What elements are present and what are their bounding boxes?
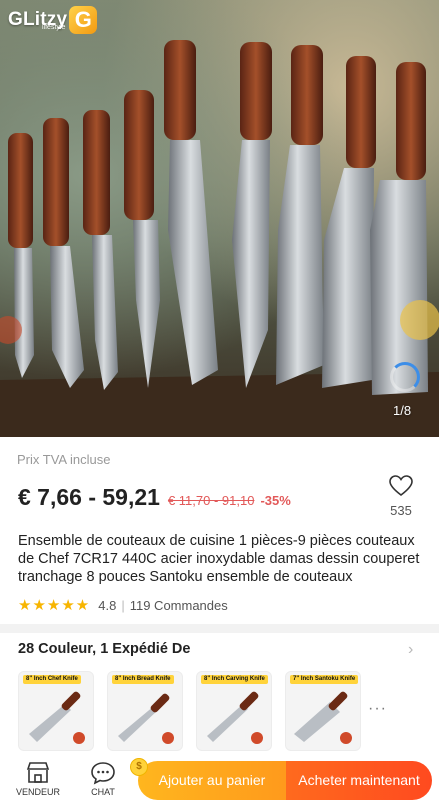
- orders-count: 119 Commandes: [129, 597, 228, 613]
- product-image-gallery[interactable]: GLitzy G lifestyle 1/8: [0, 0, 439, 437]
- variant-thumb[interactable]: 8" Inch Chef Knife: [18, 671, 94, 751]
- store-icon: [26, 762, 50, 783]
- rating-row[interactable]: ★★★★★ 4.8 | 119 Commandes: [18, 596, 228, 614]
- chevron-right-icon[interactable]: ›: [408, 641, 413, 659]
- price-row: € 7,66 - 59,21 € 11,70 - 91,10 -35%: [18, 484, 291, 511]
- vat-note: Prix TVA incluse: [17, 452, 111, 467]
- variant-thumb[interactable]: 8" Inch Bread Knife: [107, 671, 183, 751]
- coin-icon: $: [130, 758, 148, 776]
- chat-label: CHAT: [91, 787, 115, 797]
- favorite-button[interactable]: 535: [384, 475, 418, 518]
- chat-icon: [91, 762, 115, 785]
- variant-thumb[interactable]: 8" Inch Carving Knife: [196, 671, 272, 751]
- discount-badge: -35%: [260, 493, 291, 508]
- rating-separator: |: [121, 597, 125, 613]
- more-variants-icon[interactable]: ···: [368, 700, 387, 718]
- price-range: € 7,66 - 59,21: [18, 484, 160, 510]
- section-divider: [0, 624, 439, 633]
- variant-header[interactable]: 28 Couleur, 1 Expédié De: [18, 641, 190, 657]
- old-price: € 11,70 - 91,10: [167, 493, 255, 508]
- favorite-count: 535: [390, 503, 412, 518]
- gallery-counter: 1/8: [393, 403, 412, 418]
- store-button[interactable]: VENDEUR: [16, 758, 60, 797]
- heart-icon: [389, 475, 413, 497]
- variant-tag: 8" Inch Bread Knife: [112, 675, 174, 684]
- rating-stars-icon: ★★★★★: [18, 597, 91, 614]
- variant-thumbnails: 8" Inch Chef Knife 8" Inch Bread Knife 8…: [18, 671, 374, 751]
- product-title: Ensemble de couteaux de cuisine 1 pièces…: [18, 533, 420, 585]
- variant-thumb[interactable]: 7" Inch Santoku Knife: [285, 671, 361, 751]
- knife-set-photo: [0, 40, 439, 437]
- chat-button[interactable]: CHAT: [81, 758, 125, 797]
- store-label: VENDEUR: [16, 787, 61, 797]
- variant-tag: 8" Inch Chef Knife: [23, 675, 81, 684]
- brand-subtitle: lifestyle: [42, 24, 66, 31]
- variant-tag: 7" Inch Santoku Knife: [290, 675, 359, 684]
- variant-tag: 8" Inch Carving Knife: [201, 675, 268, 684]
- buy-now-button[interactable]: Acheter maintenant: [286, 761, 432, 800]
- add-to-cart-button[interactable]: Ajouter au panier: [138, 761, 286, 800]
- loading-spinner-icon: [390, 362, 420, 392]
- brand-badge-icon: G: [69, 6, 98, 34]
- rating-value: 4.8: [98, 597, 117, 613]
